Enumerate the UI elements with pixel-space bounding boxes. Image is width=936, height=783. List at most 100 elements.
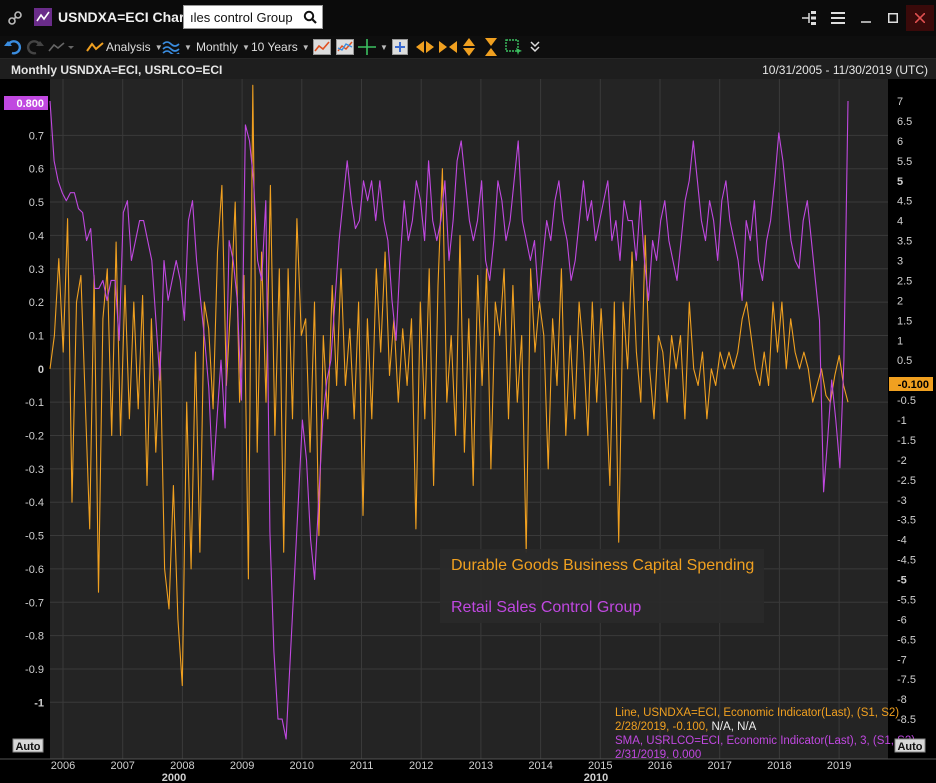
right-tick-label: -8.5	[897, 714, 916, 726]
right-tick-label: 2.5	[897, 275, 912, 287]
range-dropdown[interactable]: 10 Years ▼	[251, 38, 310, 56]
undo-icon[interactable]	[4, 38, 22, 56]
right-tick-label: 3	[897, 256, 903, 268]
left-tick-label: 0.3	[29, 264, 44, 276]
link-icon[interactable]	[6, 9, 24, 27]
right-tick-label: -4.5	[897, 555, 916, 567]
right-tick-label: 4.5	[897, 196, 912, 208]
info-line: SMA, USRLCO=ECI, Economic Indicator(Last…	[615, 735, 915, 747]
right-last-value-label: -0.100	[898, 379, 929, 391]
studies-dropdown[interactable]: ▼	[162, 38, 192, 56]
x-tick-label: 2008	[170, 760, 194, 772]
right-tick-label: -5.5	[897, 594, 916, 606]
right-tick-label: 6	[897, 136, 903, 148]
minimize-icon[interactable]	[858, 10, 874, 26]
right-tick-label: -3.5	[897, 515, 916, 527]
chevron-down-icon: ▼	[242, 42, 250, 52]
left-tick-label: -0.2	[25, 431, 44, 443]
chevron-down-icon: ▼	[184, 42, 192, 52]
right-tick-label: -6.5	[897, 634, 916, 646]
right-tick-label: 0.5	[897, 355, 912, 367]
wave-icon	[162, 41, 180, 54]
more-tools-icon[interactable]	[530, 38, 540, 56]
right-tick-label: -6	[897, 614, 907, 626]
left-tick-label: -1	[34, 697, 44, 709]
pan-horizontal-icon[interactable]	[416, 38, 434, 56]
compress-vertical-icon[interactable]	[484, 38, 498, 56]
x-tick-label: 2016	[648, 760, 672, 772]
right-tick-label: 7	[897, 96, 903, 108]
plot-area	[50, 79, 888, 759]
chart-canvas[interactable]: 2006 2007 2008 2009 2010 2011 2012 2013 2014 2015…	[0, 79, 936, 783]
left-tick-label: -0.1	[25, 397, 44, 409]
x-tick-label: 2006	[51, 760, 75, 772]
search-input[interactable]: ıles control Group	[183, 5, 323, 29]
info-line: 2/28/2019, -0.100, N/A, N/A	[615, 721, 757, 733]
left-tick-label: 0.6	[29, 164, 44, 176]
x-major-label: 2000	[162, 772, 186, 783]
left-tick-label: 0.4	[29, 230, 44, 242]
line-chart-icon[interactable]	[313, 38, 331, 56]
x-major-label: 2010	[584, 772, 608, 783]
x-tick-label: 2010	[290, 760, 314, 772]
right-tick-label: 1.5	[897, 315, 912, 327]
title-bar: USNDXA=ECI Chart ıles control Group	[0, 0, 936, 37]
left-tick-label: -0.9	[25, 664, 44, 676]
right-tick-label: -0.5	[897, 395, 916, 407]
right-tick-label: -3	[897, 495, 907, 507]
line-style-icon[interactable]	[48, 38, 74, 56]
right-tick-label: 1	[897, 335, 903, 347]
maximize-icon[interactable]	[885, 10, 901, 26]
right-tick-label: -1	[897, 415, 907, 427]
x-tick-label: 2007	[110, 760, 134, 772]
x-tick-label: 2018	[767, 760, 791, 772]
compress-horizontal-icon[interactable]	[439, 38, 457, 56]
chart-header: Monthly USNDXA=ECI, USRLCO=ECI 10/31/200…	[0, 59, 936, 80]
search-icon[interactable]	[302, 9, 318, 25]
left-tick-label: -0.5	[25, 531, 44, 543]
x-tick-label: 2015	[588, 760, 612, 772]
x-tick-label: 2014	[528, 760, 552, 772]
x-tick-label: 2009	[230, 760, 254, 772]
chart-date-range: 10/31/2005 - 11/30/2019 (UTC)	[762, 63, 928, 77]
right-tick-label: -2	[897, 455, 907, 467]
x-tick-label: 2012	[409, 760, 433, 772]
legend-item-retail-sales: Retail Sales Control Group	[451, 599, 641, 616]
x-tick-label: 2013	[469, 760, 493, 772]
x-tick-label: 2017	[707, 760, 731, 772]
legend-item-durable-goods: Durable Goods Business Capital Spending	[451, 557, 754, 574]
search-input-value: ıles control Group	[190, 10, 293, 25]
pan-vertical-icon[interactable]	[462, 38, 476, 56]
analysis-dropdown[interactable]: Analysis ▼	[86, 38, 163, 56]
chart-title: Monthly USNDXA=ECI, USRLCO=ECI	[11, 63, 223, 77]
right-tick-label: -7	[897, 654, 907, 666]
analysis-icon	[86, 42, 104, 52]
range-label: 10 Years	[251, 40, 298, 54]
analysis-label: Analysis	[106, 40, 151, 54]
left-tick-label: -0.3	[25, 464, 44, 476]
left-tick-label: 0	[38, 364, 44, 376]
left-tick-label: 0.7	[29, 130, 44, 142]
right-tick-label: -2.5	[897, 475, 916, 487]
hierarchy-icon[interactable]	[800, 10, 818, 26]
left-auto-label: Auto	[15, 741, 40, 753]
crosshair-icon[interactable]: ▼	[358, 38, 388, 56]
menu-icon[interactable]	[829, 10, 847, 26]
right-tick-label: 4	[897, 216, 903, 228]
interval-dropdown[interactable]: Monthly ▼	[196, 38, 250, 56]
left-tick-label: -0.4	[25, 497, 44, 509]
close-icon[interactable]	[906, 5, 934, 31]
zoom-in-icon[interactable]	[392, 38, 408, 56]
right-tick-label: -5	[897, 575, 907, 587]
chevron-down-icon: ▼	[301, 42, 310, 52]
right-tick-label: -4	[897, 535, 907, 547]
select-region-icon[interactable]	[505, 38, 523, 56]
chart-app-icon	[34, 8, 52, 26]
right-tick-label: 3.5	[897, 236, 912, 248]
left-tick-label: -0.8	[25, 631, 44, 643]
redo-icon[interactable]	[26, 38, 44, 56]
right-tick-label: -8	[897, 694, 907, 706]
multi-line-chart-icon[interactable]	[336, 38, 354, 56]
left-tick-label: 0.1	[29, 330, 44, 342]
x-tick-label: 2011	[350, 760, 374, 772]
